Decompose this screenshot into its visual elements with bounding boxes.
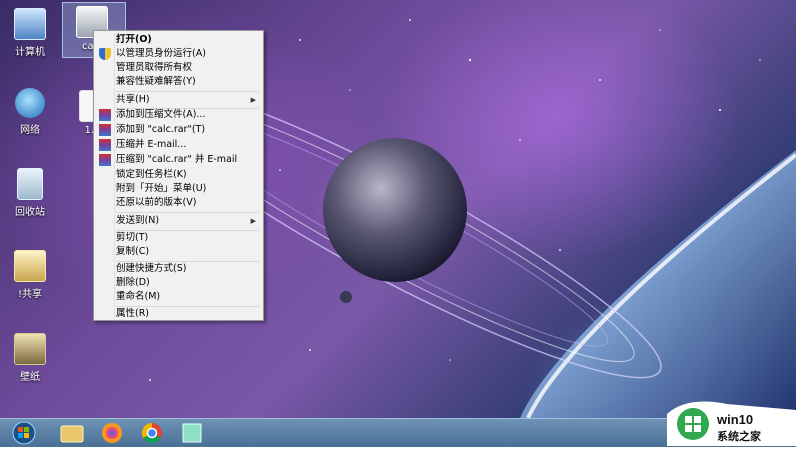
menu-item-label: 压缩并 E-mail... — [116, 139, 187, 150]
menu-item-label: 以管理员身份运行(A) — [116, 48, 206, 59]
icon-label: 计算机 — [15, 47, 45, 58]
recycle-bin-icon — [17, 168, 43, 200]
desktop-icon-share[interactable]: !共享 — [2, 250, 58, 300]
menu-item-pin-start[interactable]: 附到「开始」菜单(U) — [96, 182, 261, 196]
winrar-icon — [99, 124, 111, 136]
menu-item-label: 还原以前的版本(V) — [116, 197, 197, 208]
menu-item-add-to-calc-rar[interactable]: 添加到 "calc.rar"(T) — [96, 123, 261, 137]
chrome-icon — [141, 422, 162, 444]
desktop-icon-recycle-bin[interactable]: 回收站 — [2, 168, 58, 218]
menu-item-share[interactable]: 共享(H) ▶ — [96, 93, 261, 107]
menu-item-label: 删除(D) — [116, 277, 150, 288]
winrar-icon — [99, 139, 111, 151]
watermark-tagline: 系统之家 — [717, 430, 761, 443]
menu-item-properties[interactable]: 属性(R) — [96, 307, 261, 321]
taskbar-app[interactable] — [174, 421, 210, 445]
menu-item-label: 创建快捷方式(S) — [116, 263, 187, 274]
menu-item-label: 属性(R) — [116, 308, 150, 319]
desktop-icon-network[interactable]: 网络 — [2, 88, 58, 136]
menu-item-run-as-admin[interactable]: 以管理员身份运行(A) — [96, 47, 261, 61]
menu-item-cut[interactable]: 剪切(T) — [96, 231, 261, 245]
menu-item-open[interactable]: 打开(O) — [96, 33, 261, 47]
start-button[interactable] — [4, 421, 44, 445]
menu-item-label: 打开(O) — [116, 34, 152, 45]
icon-label: 壁纸 — [20, 372, 40, 383]
menu-item-send-to[interactable]: 发送到(N) ▶ — [96, 214, 261, 228]
menu-item-restore-versions[interactable]: 还原以前的版本(V) — [96, 196, 261, 210]
menu-item-copy[interactable]: 复制(C) — [96, 245, 261, 259]
menu-item-create-shortcut[interactable]: 创建快捷方式(S) — [96, 262, 261, 276]
taskbar-explorer[interactable] — [54, 421, 90, 445]
computer-icon — [14, 8, 46, 40]
menu-item-take-ownership[interactable]: 管理员取得所有权 — [96, 61, 261, 75]
menu-separator — [116, 212, 259, 213]
menu-item-rename[interactable]: 重命名(M) — [96, 290, 261, 304]
winrar-icon — [99, 109, 111, 121]
menu-item-pin-taskbar[interactable]: 锁定到任务栏(K) — [96, 168, 261, 182]
desktop-icon-wallpaper[interactable]: 壁纸 — [2, 333, 58, 383]
network-icon — [15, 88, 45, 118]
windows-orb-icon — [12, 421, 36, 445]
menu-item-label: 添加到压缩文件(A)... — [116, 109, 206, 120]
menu-item-label: 兼容性疑难解答(Y) — [116, 76, 196, 87]
menu-item-compat-troubleshoot[interactable]: 兼容性疑难解答(Y) — [96, 75, 261, 89]
menu-separator — [116, 91, 259, 92]
desktop-icon-computer[interactable]: 计算机 — [2, 8, 58, 58]
menu-item-label: 管理员取得所有权 — [116, 62, 193, 73]
menu-item-add-to-archive[interactable]: 添加到压缩文件(A)... — [96, 108, 261, 122]
menu-item-label: 复制(C) — [116, 246, 150, 257]
menu-item-label: 剪切(T) — [116, 232, 149, 243]
taskbar-chrome[interactable] — [134, 421, 170, 445]
icon-label: 回收站 — [15, 207, 45, 218]
menu-item-label: 共享(H) — [116, 94, 150, 105]
icon-label: 网络 — [20, 125, 40, 136]
icon-label: !共享 — [17, 289, 42, 300]
menu-item-compress-email[interactable]: 压缩并 E-mail... — [96, 138, 261, 152]
watermark: win10 系统之家 — [667, 396, 796, 446]
menu-item-label: 压缩到 "calc.rar" 并 E-mail — [116, 154, 238, 165]
submenu-arrow-icon: ▶ — [250, 96, 256, 104]
browser-icon — [102, 423, 122, 443]
folder-icon — [60, 425, 84, 443]
app-icon — [182, 423, 202, 443]
taskbar-browser-1[interactable] — [94, 421, 130, 445]
submenu-arrow-icon: ▶ — [250, 217, 256, 225]
folder-icon — [14, 250, 46, 282]
folder-icon — [14, 333, 46, 365]
menu-item-compress-calc-rar-email[interactable]: 压缩到 "calc.rar" 并 E-mail — [96, 153, 261, 167]
menu-item-label: 添加到 "calc.rar"(T) — [116, 124, 206, 135]
desktop[interactable]: 计算机 calc 网络 1.c 回收站 !共享 壁纸 打开(O) 以管理员身份运… — [0, 0, 796, 418]
winrar-icon — [99, 154, 111, 166]
context-menu: 打开(O) 以管理员身份运行(A) 管理员取得所有权 兼容性疑难解答(Y) 共享… — [93, 30, 264, 321]
watermark-site: win10 — [717, 412, 754, 427]
menu-item-label: 锁定到任务栏(K) — [116, 169, 187, 180]
menu-item-label: 附到「开始」菜单(U) — [116, 183, 207, 194]
menu-item-delete[interactable]: 删除(D) — [96, 276, 261, 290]
menu-item-label: 重命名(M) — [116, 291, 161, 302]
menu-item-label: 发送到(N) — [116, 215, 160, 226]
shield-icon — [99, 48, 111, 60]
